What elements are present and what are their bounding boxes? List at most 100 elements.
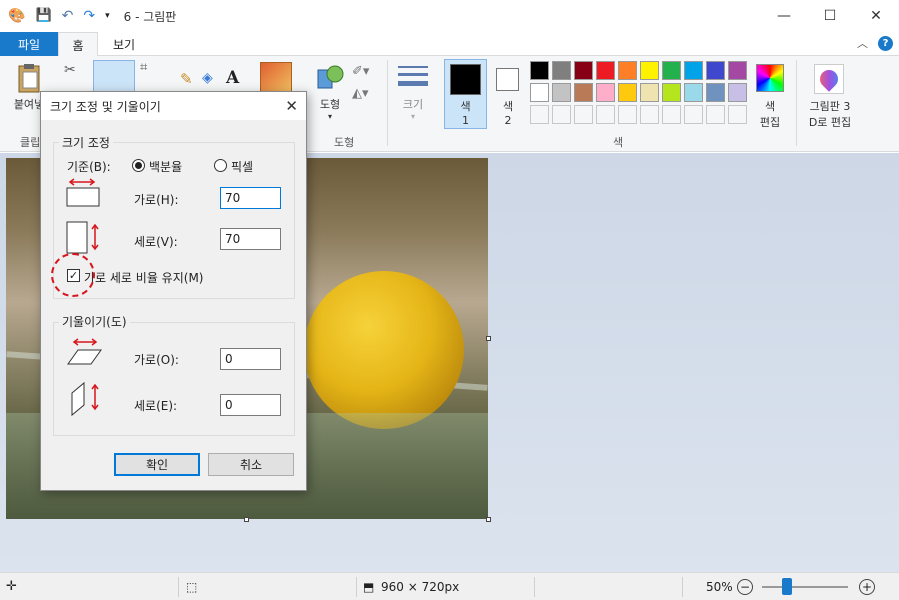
palette-color-swatch[interactable]	[684, 61, 703, 80]
fill-icon[interactable]: ◈	[202, 70, 213, 86]
tab-file[interactable]: 파일	[0, 32, 58, 56]
text-icon[interactable]: A	[226, 68, 239, 88]
edit-colors-label-1: 색	[764, 100, 776, 113]
palette-color-swatch[interactable]	[662, 83, 681, 102]
zoom-in-button[interactable]: +	[859, 579, 875, 595]
palette-color-swatch[interactable]	[530, 83, 549, 102]
color1-swatch	[450, 64, 481, 95]
quick-access-toolbar: 🎨 💾 ↶ ↷ ▾	[0, 8, 110, 24]
color2-label-wrap: 색 2	[488, 98, 528, 127]
palette-color-swatch[interactable]	[596, 83, 615, 102]
close-button[interactable]: ✕	[853, 0, 899, 32]
edit-colors-label-2: 편집	[759, 116, 781, 129]
color2-swatch[interactable]	[496, 68, 519, 91]
tab-view[interactable]: 보기	[100, 32, 148, 56]
crop-icon[interactable]: ⌗	[140, 60, 147, 75]
palette-color-swatch[interactable]	[728, 61, 747, 80]
palette-custom-swatch[interactable]	[640, 105, 659, 124]
color2-number: 2	[504, 114, 512, 127]
skew-horizontal-label: 가로(O):	[134, 353, 179, 367]
resize-handle-bottom[interactable]	[244, 517, 249, 522]
keep-ratio-label[interactable]: 가로 세로 비율 유지(M)	[84, 269, 203, 286]
horizontal-label: 가로(H):	[134, 193, 179, 207]
horizontal-resize-icon	[66, 178, 100, 207]
palette-color-swatch[interactable]	[552, 61, 571, 80]
clipboard-icon	[18, 64, 40, 93]
skew-vertical-input[interactable]: 0	[220, 394, 281, 416]
palette-color-swatch[interactable]	[640, 83, 659, 102]
palette-custom-swatch[interactable]	[618, 105, 637, 124]
palette-custom-swatch[interactable]	[706, 105, 725, 124]
minimize-button[interactable]: —	[761, 0, 807, 32]
palette-color-swatch[interactable]	[618, 61, 637, 80]
undo-icon[interactable]: ↶	[62, 8, 74, 24]
brushes-button[interactable]	[260, 62, 292, 94]
collapse-ribbon-icon[interactable]: ︿	[857, 35, 868, 51]
dialog-close-icon[interactable]: ✕	[285, 97, 298, 115]
percent-label[interactable]: 백분율	[149, 158, 182, 175]
palette-color-swatch[interactable]	[706, 61, 725, 80]
vertical-label: 세로(V):	[134, 235, 178, 249]
cancel-button[interactable]: 취소	[208, 453, 294, 476]
palette-custom-swatch[interactable]	[574, 105, 593, 124]
paint3d-label-2: D로 편집	[808, 116, 852, 129]
status-separator	[356, 577, 357, 597]
tab-home[interactable]: 홈	[58, 32, 98, 57]
zoom-slider-thumb[interactable]	[782, 578, 792, 595]
save-icon[interactable]: 💾	[35, 8, 51, 24]
shapes-icon	[317, 65, 344, 89]
ribbon-tabs: 파일 홈 보기 ︿ ?	[0, 32, 899, 57]
percent-radio[interactable]	[132, 159, 145, 172]
help-icon[interactable]: ?	[878, 35, 893, 51]
horizontal-input[interactable]: 70	[220, 187, 281, 209]
palette-color-swatch[interactable]	[574, 61, 593, 80]
paint3d-icon[interactable]	[814, 64, 844, 94]
shapes-group-label: 도형	[334, 136, 355, 149]
cut-icon[interactable]: ✂	[64, 62, 76, 78]
paint3d-label-1: 그림판 3	[809, 100, 851, 113]
palette-color-swatch[interactable]	[706, 83, 725, 102]
zoom-out-button[interactable]: −	[737, 579, 753, 595]
palette-color-swatch[interactable]	[640, 61, 659, 80]
palette-color-swatch[interactable]	[530, 61, 549, 80]
pencil-icon[interactable]: ✎	[180, 70, 193, 88]
palette-color-swatch[interactable]	[552, 83, 571, 102]
size-button[interactable]: 크기 ▾	[394, 64, 432, 121]
palette-custom-swatch[interactable]	[596, 105, 615, 124]
palette-color-swatch[interactable]	[596, 61, 615, 80]
lemon	[304, 271, 464, 429]
zoom-slider-track[interactable]	[762, 586, 848, 588]
palette-custom-swatch[interactable]	[662, 105, 681, 124]
ok-button[interactable]: 확인	[114, 453, 200, 476]
edit-colors-icon[interactable]	[756, 64, 784, 92]
resize-handle-right[interactable]	[486, 336, 491, 341]
outline-icon[interactable]: ✐▾	[352, 64, 369, 79]
shapes-button[interactable]: 도형 ▾	[312, 62, 348, 121]
redo-icon[interactable]: ↷	[83, 8, 95, 24]
palette-color-swatch[interactable]	[574, 83, 593, 102]
shape-fill-icon[interactable]: ◭▾	[352, 86, 369, 101]
resize-handle-corner[interactable]	[486, 517, 491, 522]
size-dropdown-icon: ▾	[410, 112, 415, 121]
skew-horizontal-input[interactable]: 0	[220, 348, 281, 370]
basis-label: 기준(B):	[67, 160, 111, 174]
palette-custom-swatch[interactable]	[552, 105, 571, 124]
skew-vertical-label: 세로(E):	[134, 399, 178, 413]
customize-quick-access-icon[interactable]: ▾	[105, 8, 110, 24]
horizontal-skew-icon	[67, 338, 102, 365]
vertical-input[interactable]: 70	[220, 228, 281, 250]
palette-custom-swatch[interactable]	[684, 105, 703, 124]
pixel-label[interactable]: 픽셀	[231, 158, 253, 175]
palette-color-swatch[interactable]	[684, 83, 703, 102]
maximize-button[interactable]: ☐	[807, 0, 853, 32]
pixel-radio[interactable]	[214, 159, 227, 172]
clipboard-group-label: 클립	[20, 136, 41, 149]
image-size-icon: ⬒	[363, 579, 375, 594]
palette-color-swatch[interactable]	[728, 83, 747, 102]
palette-custom-swatch[interactable]	[530, 105, 549, 124]
palette-custom-swatch[interactable]	[728, 105, 747, 124]
shapes-dropdown-icon: ▾	[327, 112, 332, 121]
palette-color-swatch[interactable]	[618, 83, 637, 102]
size-label: 크기	[402, 98, 424, 111]
palette-color-swatch[interactable]	[662, 61, 681, 80]
